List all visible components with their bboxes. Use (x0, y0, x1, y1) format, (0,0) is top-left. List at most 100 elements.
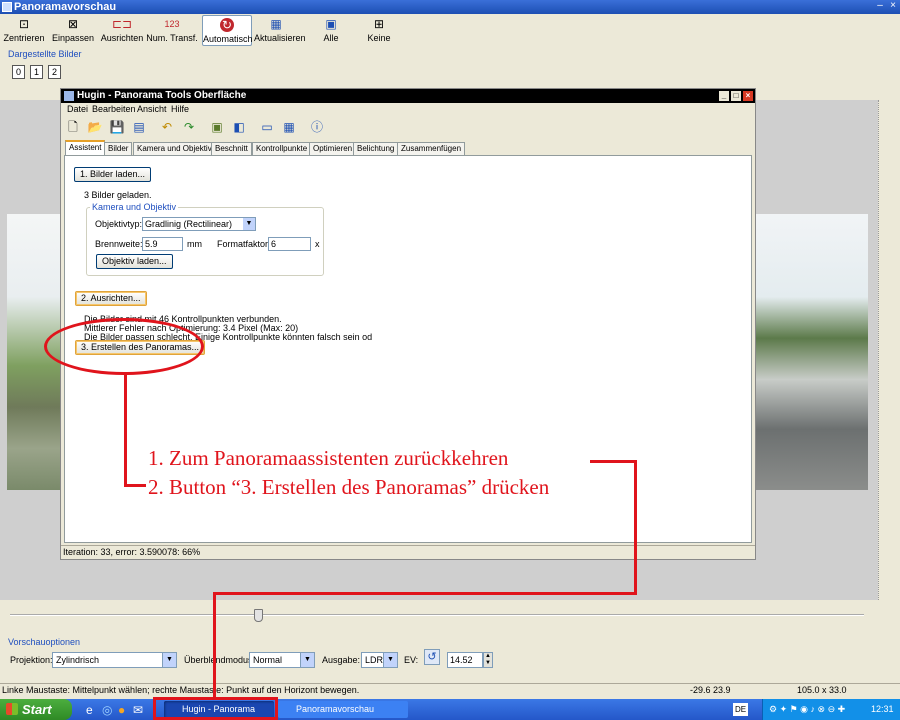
ev-spinner[interactable]: ▲ ▼ (483, 652, 493, 668)
image-toggle-0[interactable]: 0 (12, 65, 25, 79)
preview-options-label: Vorschauoptionen (8, 637, 81, 647)
status-bar: Linke Maustaste: Mittelpunkt wählen; rec… (0, 683, 900, 697)
auto-icon: ↻ (220, 18, 234, 32)
preview-toolbar: ⊡ Zentrieren ⊠ Einpassen ⊏⊐ Ausrichten 1… (0, 14, 900, 46)
browser-icon[interactable]: ◎ (102, 703, 112, 717)
align-button[interactable]: 2. Ausrichten... (75, 291, 147, 306)
firefox-icon[interactable]: ● (118, 703, 125, 717)
new-file-icon[interactable]: 🗋 (65, 119, 81, 135)
update-button[interactable]: ▦ Aktualisieren (254, 15, 306, 46)
window-icon (2, 2, 12, 12)
lens-type-select[interactable]: Gradlinig (Rectilinear) ▼ (142, 217, 256, 231)
projection-select[interactable]: Zylindrisch ▼ (52, 652, 177, 668)
image-toggle-2[interactable]: 2 (48, 65, 61, 79)
close-icon[interactable]: × (743, 91, 753, 101)
mail-icon[interactable]: ✉ (133, 703, 143, 717)
menu-edit[interactable]: Bearbeiten (92, 104, 136, 114)
ev-label: EV: (404, 655, 419, 665)
output-select[interactable]: LDR ▼ (361, 652, 398, 668)
numeric-transform-button-label: Num. Transf. (146, 33, 198, 43)
task-preview[interactable]: Panoramavorschau (278, 701, 408, 718)
minimize-icon[interactable]: – (874, 0, 886, 12)
preview-window-title-bar: Panoramavorschau (0, 0, 900, 14)
crop-factor-label: Formatfaktor: (217, 239, 271, 249)
lens-type-value: Gradlinig (Rectilinear) (145, 219, 233, 229)
tab-stitch[interactable]: Zusammenfügen (397, 142, 466, 155)
crop-factor-unit: x (315, 239, 320, 249)
update-icon: ▦ (270, 17, 282, 31)
all-images-icon: ▣ (325, 17, 337, 31)
vertical-fov-slider[interactable] (878, 100, 886, 600)
all-images-button[interactable]: ▣ Alle (316, 15, 346, 46)
camera-lens-group-label: Kamera und Objektiv (90, 202, 179, 212)
horizontal-fov-slider[interactable] (10, 614, 864, 616)
focal-length-unit: mm (187, 239, 202, 249)
center-button[interactable]: ⊡ Zentrieren (2, 15, 46, 46)
tab-assistant[interactable]: Assistent (65, 140, 106, 155)
fit-button[interactable]: ⊠ Einpassen (50, 15, 96, 46)
tab-crop[interactable]: Beschnitt (211, 142, 252, 155)
panorama-image-right (755, 214, 868, 490)
minimize-icon[interactable]: _ (719, 91, 729, 101)
no-images-button-label: Keine (367, 33, 391, 43)
tab-exposure[interactable]: Belichtung (353, 142, 399, 155)
center-icon: ⊡ (18, 17, 30, 31)
annotation-connector-horizontal (124, 484, 146, 487)
info-icon[interactable]: ⓘ (309, 119, 325, 135)
tab-control-points[interactable]: Kontrollpunkte (252, 142, 312, 155)
tray-icons[interactable]: ⚙ ✦ ⚑ ◉ ♪ ⊗ ⊖ ✚ (769, 699, 845, 720)
annotation-arrow-right (634, 460, 637, 595)
auto-button[interactable]: ↻ Automatisch (202, 15, 253, 46)
status-hint: Linke Maustaste: Mittelpunkt wählen; rec… (2, 685, 360, 695)
reset-exposure-icon[interactable]: ↺ (424, 649, 440, 665)
crop-factor-input[interactable]: 6 (268, 237, 311, 251)
update-button-label: Aktualisieren (254, 33, 306, 43)
save-icon[interactable]: 💾 (109, 119, 125, 135)
menu-file[interactable]: Datei (67, 104, 88, 114)
menu-view[interactable]: Ansicht (137, 104, 167, 114)
annotation-connector-vertical (124, 372, 127, 485)
focal-length-label: Brennweite: (95, 239, 143, 249)
blend-mode-value: Normal (253, 655, 283, 665)
hugin-status-bar: Iteration: 33, error: 3.590078: 66% (61, 545, 755, 559)
hugin-title: Hugin - Panorama Tools Oberfläche (77, 90, 247, 101)
close-icon[interactable]: × (887, 0, 899, 12)
preview-window-title: Panoramavorschau (14, 1, 117, 13)
save-as-icon[interactable]: ▤ (131, 119, 147, 135)
fit-button-label: Einpassen (51, 33, 95, 43)
focal-length-input[interactable]: 5.9 (142, 237, 183, 251)
add-images-icon[interactable]: ◧ (231, 119, 247, 135)
slider-thumb[interactable] (254, 609, 263, 622)
menu-help[interactable]: Hilfe (171, 104, 189, 114)
undo-icon[interactable]: ↶ (159, 119, 175, 135)
numeric-transform-button[interactable]: 123 Num. Transf. (146, 15, 198, 46)
open-folder-icon[interactable]: 📂 (87, 119, 103, 135)
hugin-title-bar: Hugin - Panorama Tools Oberfläche _ □ × (61, 89, 755, 103)
preview-icon[interactable]: ▦ (281, 119, 297, 135)
load-lens-button[interactable]: Objektiv laden... (96, 254, 173, 269)
task-preview-label: Panoramavorschau (296, 704, 375, 714)
all-images-button-label: Alle (323, 33, 339, 43)
ie-icon[interactable]: e (86, 703, 93, 717)
ev-input[interactable]: 14.52 (447, 652, 483, 668)
load-images-button[interactable]: 1. Bilder laden... (74, 167, 152, 182)
clock: 12:31 (871, 704, 894, 714)
tab-camera-lens[interactable]: Kamera und Objektiv (133, 142, 216, 155)
maximize-icon[interactable]: □ (731, 91, 741, 101)
windows-logo-icon (6, 703, 18, 715)
redo-icon[interactable]: ↷ (181, 119, 197, 135)
language-indicator[interactable]: DE (733, 703, 749, 716)
chevron-down-icon: ▼ (383, 653, 397, 667)
start-label: Start (22, 702, 52, 717)
fast-preview-icon[interactable]: ▭ (259, 119, 275, 135)
blend-mode-select[interactable]: Normal ▼ (249, 652, 315, 668)
loaded-status: 3 Bilder geladen. (84, 190, 152, 200)
center-button-label: Zentrieren (3, 33, 45, 43)
add-image-icon[interactable]: ▣ (209, 119, 225, 135)
no-images-button[interactable]: ⊞ Keine (364, 15, 394, 46)
image-toggle-1[interactable]: 1 (30, 65, 43, 79)
start-button[interactable]: Start (0, 699, 72, 720)
tab-images[interactable]: Bilder (104, 142, 133, 155)
straighten-button[interactable]: ⊏⊐ Ausrichten (100, 15, 144, 46)
tab-optimize[interactable]: Optimieren (309, 142, 357, 155)
